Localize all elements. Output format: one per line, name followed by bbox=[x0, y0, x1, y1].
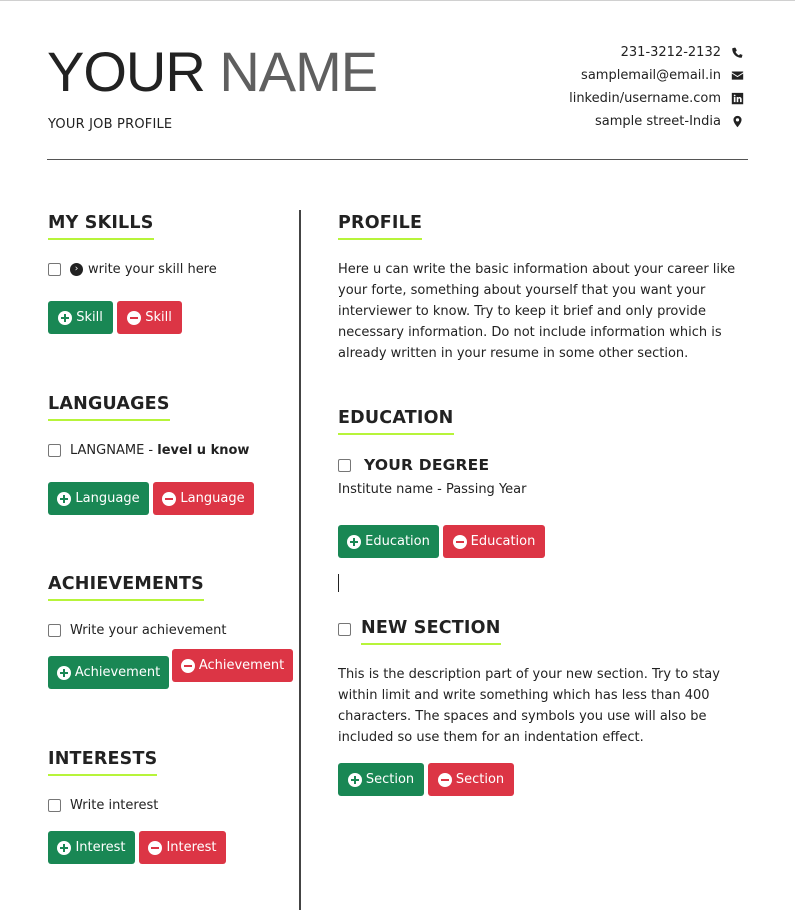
first-name[interactable]: YOUR bbox=[47, 40, 206, 103]
add-skill-label: Skill bbox=[76, 310, 103, 325]
new-section-heading[interactable]: NEW SECTION bbox=[361, 618, 501, 645]
new-section-line: included so use them for an indentation … bbox=[338, 730, 644, 745]
profile-text[interactable]: Here u can write the basic information a… bbox=[338, 259, 735, 364]
full-name[interactable]: YOUR NAME bbox=[47, 40, 378, 104]
phone-icon bbox=[730, 46, 744, 60]
interest-item: Write interest bbox=[48, 798, 158, 813]
add-section-button[interactable]: Section bbox=[338, 763, 424, 796]
add-interest-label: Interest bbox=[75, 840, 126, 855]
plus-circle-icon bbox=[56, 665, 71, 680]
profile-line: Here u can write the basic information a… bbox=[338, 262, 736, 277]
new-section-line: characters. The spaces and symbols you u… bbox=[338, 709, 707, 724]
plus-circle-icon bbox=[58, 310, 73, 325]
contact-linkedin[interactable]: linkedin/username.com bbox=[569, 87, 744, 110]
new-section-text[interactable]: This is the description part of your new… bbox=[338, 664, 720, 748]
top-border bbox=[0, 0, 795, 1]
languages-heading[interactable]: LANGUAGES bbox=[48, 394, 170, 421]
achievement-checkbox[interactable] bbox=[48, 624, 61, 637]
add-achievement-button[interactable]: Achievement bbox=[48, 656, 169, 689]
remove-language-button[interactable]: Language bbox=[153, 482, 254, 515]
remove-skill-label: Skill bbox=[145, 310, 172, 325]
minus-circle-icon bbox=[148, 840, 163, 855]
minus-circle-icon bbox=[127, 310, 142, 325]
contact-email[interactable]: samplemail@email.in bbox=[569, 64, 744, 87]
skill-text[interactable]: write your skill here bbox=[88, 262, 217, 277]
education-heading[interactable]: EDUCATION bbox=[338, 408, 454, 435]
remove-section-button[interactable]: Section bbox=[428, 763, 514, 796]
language-separator: - bbox=[144, 443, 158, 458]
add-achievement-label: Achievement bbox=[74, 665, 161, 680]
remove-education-button[interactable]: Education bbox=[443, 525, 545, 558]
achievements-heading[interactable]: ACHIEVEMENTS bbox=[48, 574, 204, 601]
interest-text[interactable]: Write interest bbox=[70, 798, 158, 813]
chevron-right-icon: › bbox=[70, 263, 83, 276]
add-skill-button[interactable]: Skill bbox=[48, 301, 113, 334]
remove-section-label: Section bbox=[455, 772, 505, 787]
profile-line: your forte, something about yourself tha… bbox=[338, 283, 706, 298]
remove-language-label: Language bbox=[180, 491, 245, 506]
remove-achievement-button[interactable]: Achievement bbox=[172, 649, 293, 682]
degree-text[interactable]: YOUR DEGREE bbox=[364, 456, 489, 474]
add-language-button[interactable]: Language bbox=[48, 482, 149, 515]
column-divider bbox=[299, 210, 301, 910]
plus-circle-icon bbox=[57, 491, 72, 506]
last-name[interactable]: NAME bbox=[219, 40, 378, 103]
plus-circle-icon bbox=[347, 772, 362, 787]
add-education-label: Education bbox=[365, 534, 430, 549]
skills-heading[interactable]: MY SKILLS bbox=[48, 213, 154, 240]
new-section-header: NEW SECTION bbox=[338, 618, 501, 645]
add-section-label: Section bbox=[365, 772, 415, 787]
new-section-line: This is the description part of your new… bbox=[338, 667, 720, 682]
achievement-text[interactable]: Write your achievement bbox=[70, 623, 226, 638]
language-item: LANGNAME - level u know bbox=[48, 443, 249, 458]
add-interest-button[interactable]: Interest bbox=[48, 831, 135, 864]
text-cursor bbox=[338, 574, 339, 592]
profile-line: interviewer to know. Try to keep it brie… bbox=[338, 304, 706, 319]
remove-skill-button[interactable]: Skill bbox=[117, 301, 182, 334]
profile-heading[interactable]: PROFILE bbox=[338, 213, 423, 240]
minus-circle-icon bbox=[437, 772, 452, 787]
remove-interest-label: Interest bbox=[166, 840, 217, 855]
map-marker-icon bbox=[730, 115, 744, 129]
remove-interest-button[interactable]: Interest bbox=[139, 831, 226, 864]
language-checkbox[interactable] bbox=[48, 444, 61, 457]
language-name[interactable]: LANGNAME bbox=[70, 443, 144, 458]
skill-checkbox[interactable] bbox=[48, 263, 61, 276]
job-profile[interactable]: YOUR JOB PROFILE bbox=[48, 117, 172, 132]
envelope-icon bbox=[730, 69, 744, 83]
plus-circle-icon bbox=[57, 840, 72, 855]
remove-education-label: Education bbox=[470, 534, 536, 549]
profile-line: already written in your resume in some o… bbox=[338, 346, 689, 361]
phone-text[interactable]: 231-3212-2132 bbox=[621, 45, 721, 60]
achievement-item: Write your achievement bbox=[48, 623, 226, 638]
plus-circle-icon bbox=[347, 534, 362, 549]
remove-achievement-label: Achievement bbox=[198, 658, 285, 673]
institute-row: Institute name - Passing Year bbox=[338, 482, 526, 497]
address-text[interactable]: sample street-India bbox=[595, 114, 721, 129]
contact-list: 231-3212-2132 samplemail@email.in linked… bbox=[569, 41, 744, 133]
contact-phone[interactable]: 231-3212-2132 bbox=[569, 41, 744, 64]
skill-item: › write your skill here bbox=[48, 262, 217, 277]
contact-address[interactable]: sample street-India bbox=[569, 110, 744, 133]
interests-heading[interactable]: INTERESTS bbox=[48, 749, 158, 776]
language-level[interactable]: level u know bbox=[157, 443, 249, 458]
linkedin-text[interactable]: linkedin/username.com bbox=[569, 91, 721, 106]
minus-circle-icon bbox=[452, 534, 467, 549]
new-section-checkbox[interactable] bbox=[338, 623, 351, 636]
institute-text[interactable]: Institute name - Passing Year bbox=[338, 482, 526, 497]
interest-checkbox[interactable] bbox=[48, 799, 61, 812]
email-text[interactable]: samplemail@email.in bbox=[581, 68, 721, 83]
minus-circle-icon bbox=[162, 491, 177, 506]
education-item: YOUR DEGREE bbox=[338, 456, 489, 474]
education-checkbox[interactable] bbox=[338, 458, 351, 472]
profile-line: necessary information. Do not include in… bbox=[338, 325, 722, 340]
add-education-button[interactable]: Education bbox=[338, 525, 439, 558]
minus-circle-icon bbox=[180, 658, 195, 673]
header-divider bbox=[47, 159, 748, 160]
add-language-label: Language bbox=[75, 491, 140, 506]
new-section-line: within limit and write something which h… bbox=[338, 688, 710, 703]
linkedin-icon bbox=[730, 92, 744, 106]
